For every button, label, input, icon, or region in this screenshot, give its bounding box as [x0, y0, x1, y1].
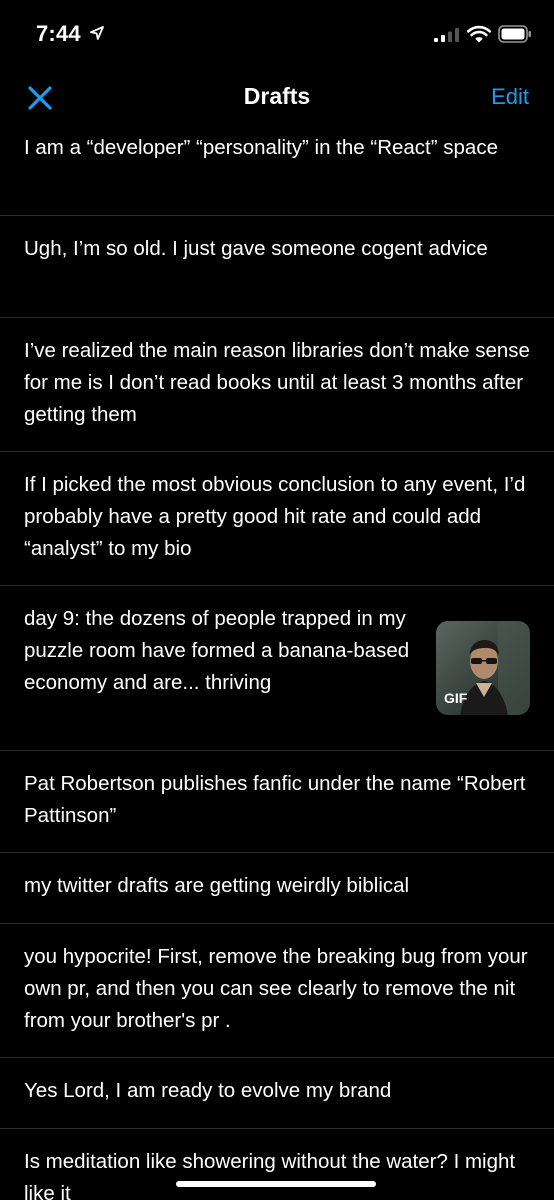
draft-text: If I picked the most obvious conclusion … — [24, 473, 526, 560]
edit-button[interactable]: Edit — [491, 84, 529, 110]
gif-thumbnail[interactable]: GIF — [436, 621, 530, 715]
draft-text: Is meditation like showering without the… — [24, 1150, 516, 1200]
location-arrow-icon — [90, 26, 104, 40]
draft-text: day 9: the dozens of people trapped in m… — [24, 607, 410, 694]
status-time: 7:44 — [36, 21, 81, 46]
draft-row[interactable]: I’ve realized the main reason libraries … — [0, 318, 554, 452]
draft-row[interactable]: my twitter drafts are getting weirdly bi… — [0, 853, 554, 924]
draft-row[interactable]: Yes Lord, I am ready to evolve my brand — [0, 1058, 554, 1129]
battery-icon — [498, 25, 531, 43]
drafts-screen: 7:44 Drafts Edit I am a “developer” “per… — [0, 0, 554, 1200]
draft-row[interactable]: you hypocrite! First, remove the breakin… — [0, 924, 554, 1058]
cellular-signal-icon — [434, 28, 459, 42]
nav-bar: Drafts Edit — [0, 66, 554, 130]
draft-text: Yes Lord, I am ready to evolve my brand — [24, 1079, 392, 1102]
drafts-list: I am a “developer” “personality” in the … — [0, 130, 554, 1200]
draft-row[interactable]: If I picked the most obvious conclusion … — [0, 452, 554, 586]
draft-text: Pat Robertson publishes fanfic under the… — [24, 772, 526, 827]
draft-text: you hypocrite! First, remove the breakin… — [24, 945, 528, 1032]
draft-row[interactable]: Pat Robertson publishes fanfic under the… — [0, 751, 554, 853]
home-indicator[interactable] — [176, 1181, 376, 1187]
draft-row[interactable]: day 9: the dozens of people trapped in m… — [0, 586, 554, 751]
draft-text: my twitter drafts are getting weirdly bi… — [24, 874, 410, 897]
draft-text: I am a “developer” “personality” in the … — [24, 136, 498, 159]
status-bar: 7:44 — [0, 0, 554, 66]
draft-row[interactable]: Is meditation like showering without the… — [0, 1129, 554, 1200]
wifi-icon — [467, 25, 491, 43]
draft-text: Ugh, I’m so old. I just gave someone cog… — [24, 237, 488, 260]
page-title: Drafts — [243, 83, 311, 109]
draft-row[interactable]: Ugh, I’m so old. I just gave someone cog… — [0, 216, 554, 318]
draft-text: I’ve realized the main reason libraries … — [24, 339, 530, 426]
draft-row[interactable]: I am a “developer” “personality” in the … — [0, 130, 554, 216]
gif-badge: GIF — [444, 690, 468, 706]
